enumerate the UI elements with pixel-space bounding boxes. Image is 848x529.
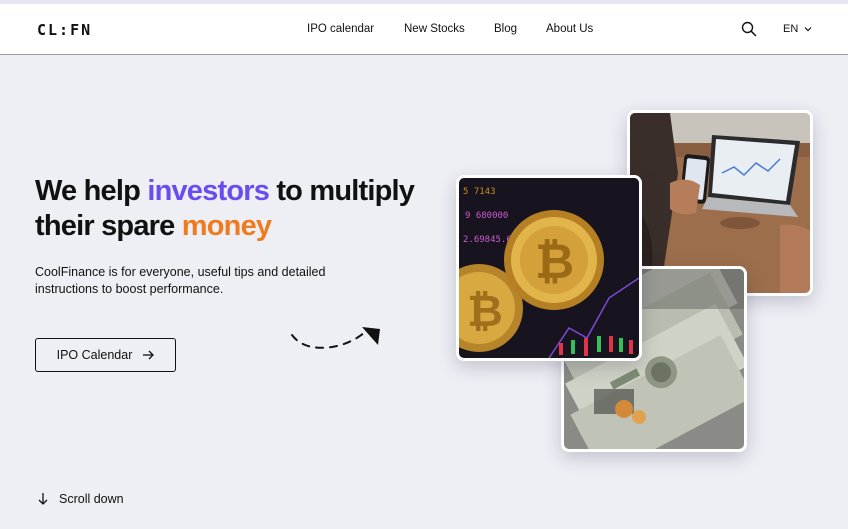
svg-text:9 680000: 9 680000 xyxy=(465,211,508,221)
ipo-calendar-button[interactable]: IPO Calendar xyxy=(35,338,176,372)
language-selector[interactable]: EN xyxy=(783,23,812,35)
main-nav: IPO calendar New Stocks Blog About Us xyxy=(0,23,848,37)
svg-text:₿: ₿ xyxy=(535,234,574,290)
headline-text-1: We help xyxy=(35,175,148,207)
arrow-down-icon xyxy=(38,493,48,505)
chevron-down-icon xyxy=(804,27,812,32)
nav-blog[interactable]: Blog xyxy=(494,23,517,35)
headline-highlight-investors: investors xyxy=(147,175,270,207)
arrow-right-icon xyxy=(143,350,155,360)
scroll-down-link[interactable]: Scroll down xyxy=(37,492,124,506)
site-header: CL:FN IPO calendar New Stocks Blog About… xyxy=(0,4,848,55)
ipo-calendar-button-label: IPO Calendar xyxy=(56,348,133,362)
headline-highlight-money: money xyxy=(181,210,272,242)
hero-subtitle: CoolFinance is for everyone, useful tips… xyxy=(35,265,326,296)
scroll-down-label: Scroll down xyxy=(59,492,124,506)
language-label: EN xyxy=(783,23,799,35)
bitcoin-coins-photo: 5 7143 9 680000 2.69845.62 ₿ ₿ xyxy=(456,175,642,361)
hero-headline: We help investors to multiply their spar… xyxy=(35,174,435,244)
nav-new-stocks[interactable]: New Stocks xyxy=(404,23,465,35)
svg-text:5 7143: 5 7143 xyxy=(463,187,496,197)
nav-about-us[interactable]: About Us xyxy=(546,23,593,35)
nav-ipo-calendar[interactable]: IPO calendar xyxy=(307,23,374,35)
svg-text:₿: ₿ xyxy=(467,286,503,337)
decorative-dashed-arrow xyxy=(291,327,380,349)
search-icon[interactable] xyxy=(741,21,757,37)
